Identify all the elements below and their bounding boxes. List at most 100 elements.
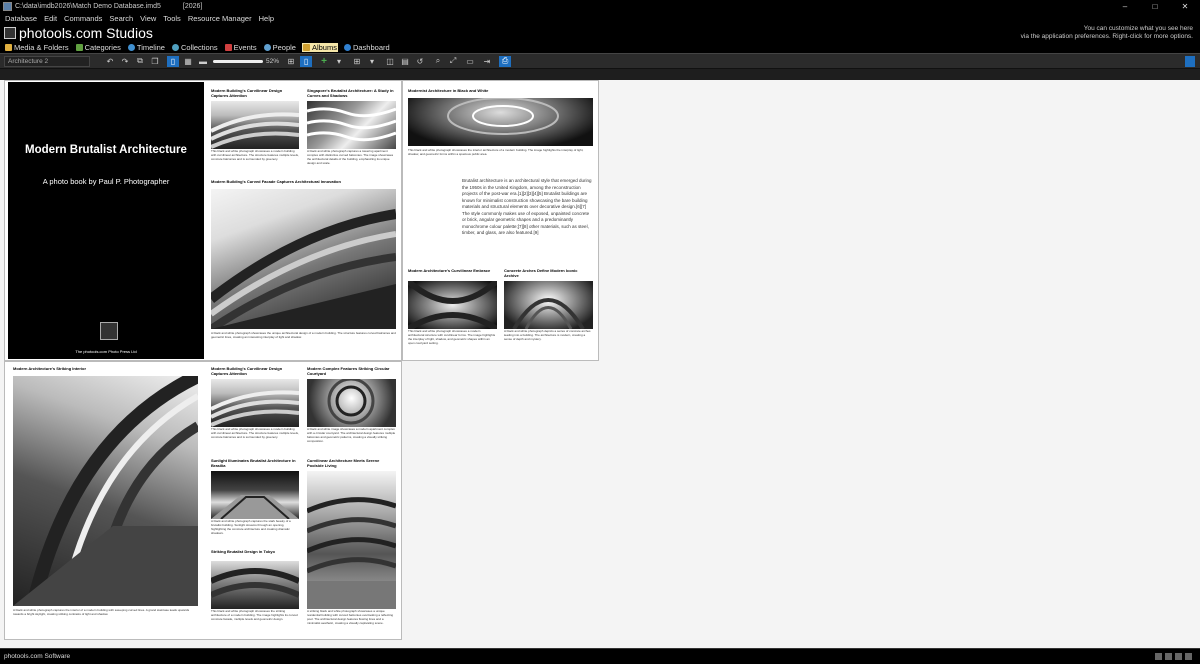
photo-modernist-interior[interactable] <box>408 98 593 146</box>
search-icon[interactable]: ⌕ <box>432 56 444 67</box>
brand-name: photools.com Studios <box>19 25 153 41</box>
cover-subtitle: A photo book by Paul P. Photographer <box>42 177 170 186</box>
status-chat-icon[interactable] <box>1175 653 1182 660</box>
menu-bar: Database Edit Commands Search View Tools… <box>0 13 1200 24</box>
photo-curved-facade[interactable] <box>211 189 396 329</box>
album-selector[interactable]: Architecture 2 <box>4 55 90 67</box>
hint-line-2: via the application preferences. Right-c… <box>1020 33 1193 40</box>
menu-database[interactable]: Database <box>5 14 37 23</box>
card-caption: A black and white photograph captures th… <box>13 608 190 616</box>
card-title: Modern Building's Curved Facade Captures… <box>211 179 341 184</box>
album-card[interactable]: Singapore's Brutalist Architecture: A St… <box>307 88 396 165</box>
photo-poolside-living[interactable] <box>307 471 396 609</box>
grid-view-icon[interactable]: ▦ <box>182 56 194 67</box>
menu-help[interactable]: Help <box>259 14 274 23</box>
menu-commands[interactable]: Commands <box>64 14 102 23</box>
menu-search[interactable]: Search <box>109 14 133 23</box>
menu-resource-manager[interactable]: Resource Manager <box>188 14 252 23</box>
columns-icon[interactable]: ◫ <box>384 56 396 67</box>
card-title: Modernist Architecture in Black and Whit… <box>408 88 489 93</box>
photo-concrete-arches[interactable] <box>504 281 593 329</box>
status-label: photools.com Software <box>4 653 71 660</box>
nav-media-folders[interactable]: Media & Folders <box>4 43 70 52</box>
photo-circular-courtyard[interactable] <box>307 379 396 427</box>
zoom-slider[interactable] <box>213 59 263 63</box>
photo-singapore-building[interactable] <box>307 101 396 149</box>
album-card[interactable]: Concrete Arches Define Modern Iconic Arc… <box>504 268 593 341</box>
panel-toggle-icon[interactable] <box>1185 56 1195 67</box>
photo-curvilinear-building[interactable] <box>211 101 299 149</box>
album-card[interactable]: Modern Complex Features Striking Circula… <box>307 366 396 443</box>
status-sync-icon[interactable] <box>1165 653 1172 660</box>
cover-title: Modern Brutalist Architecture <box>25 144 187 156</box>
album-card[interactable]: Modern Building's Curvilinear Design Cap… <box>211 88 299 161</box>
folder-icon <box>5 44 12 51</box>
photo-curvilinear-embrace[interactable] <box>408 281 497 329</box>
status-warning-icon[interactable] <box>1185 653 1192 660</box>
album-card[interactable]: Modern Building's Curved Facade Captures… <box>211 179 396 339</box>
status-cloud-icon[interactable] <box>1155 653 1162 660</box>
photo-brasilia-sunlight[interactable] <box>211 471 299 519</box>
nav-label: Collections <box>180 43 218 52</box>
nav-label: People <box>272 43 296 52</box>
layout-icon[interactable]: ⊞ <box>351 56 363 67</box>
nav-people[interactable]: People <box>263 43 297 52</box>
album-card[interactable]: Sunlight Illuminates Brutalist Architect… <box>211 458 299 535</box>
nav-categories[interactable]: Categories <box>75 43 122 52</box>
paste-icon[interactable]: ❐ <box>149 56 161 67</box>
undo-icon[interactable]: ↶ <box>104 56 116 67</box>
rotate-icon[interactable]: ↺ <box>414 56 426 67</box>
photo-tokyo-brutalist[interactable] <box>211 561 299 609</box>
nav-timeline[interactable]: Timeline <box>127 43 166 52</box>
card-title: Curvilinear Architecture Meets Serene Po… <box>307 458 380 468</box>
photo-art <box>408 281 497 329</box>
expand-icon[interactable]: ⤢ <box>447 56 459 67</box>
menu-edit[interactable]: Edit <box>44 14 57 23</box>
menu-view[interactable]: View <box>140 14 156 23</box>
export-icon[interactable]: ⇥ <box>481 56 493 67</box>
add-dropdown-icon[interactable]: ▾ <box>333 56 345 67</box>
card-caption: A black and white photograph depicts a s… <box>504 329 591 341</box>
single-page-icon[interactable]: ▯ <box>167 55 179 67</box>
album-toolbar: Architecture 2 ↶ ↷ ⧉ ❐ ▯ ▦ ▬ 52% ⊞ ▯ + ▾… <box>0 53 1200 69</box>
text-icon[interactable]: ▤ <box>399 56 411 67</box>
card-caption: A black and white photograph captures th… <box>211 519 291 535</box>
album-text-block[interactable]: Brutalist architecture is an architectur… <box>462 178 594 237</box>
photo-striking-interior[interactable] <box>13 376 198 606</box>
album-card[interactable]: Curvilinear Architecture Meets Serene Po… <box>307 458 396 625</box>
photo-art <box>327 379 375 425</box>
fit-page-icon[interactable]: ⊞ <box>285 56 297 67</box>
photo-curvilinear-building[interactable] <box>211 379 299 427</box>
nav-dashboard[interactable]: Dashboard <box>343 43 391 52</box>
card-caption: A black and white image showcases a mode… <box>307 427 396 443</box>
album-card[interactable]: Modern Architecture's Striking Interior … <box>13 366 198 616</box>
photools-logo-icon <box>4 27 16 39</box>
card-caption: A black and white photograph captures a … <box>307 149 394 165</box>
nav-collections[interactable]: Collections <box>171 43 219 52</box>
status-bar: photools.com Software <box>0 648 1200 664</box>
brand-logo: photools.com Studios <box>4 25 153 41</box>
maximize-button[interactable]: □ <box>1140 0 1170 13</box>
copy-icon[interactable]: ⧉ <box>134 56 146 67</box>
layout-dropdown-icon[interactable]: ▾ <box>366 56 378 67</box>
album-card[interactable]: Modern Building's Curvilinear Design Cap… <box>211 366 299 439</box>
album-card[interactable]: Modernist Architecture in Black and Whit… <box>408 88 593 156</box>
album-card[interactable]: Striking Brutalist Design in Tokyo This … <box>211 549 299 621</box>
page-icon[interactable]: ▯ <box>300 55 313 67</box>
photo-art <box>211 495 299 519</box>
nav-events[interactable]: Events <box>224 43 258 52</box>
add-icon[interactable]: + <box>318 56 330 67</box>
card-title: Singapore's Brutalist Architecture: A St… <box>307 88 394 98</box>
cover-page[interactable]: Modern Brutalist Architecture A photo bo… <box>8 82 204 359</box>
card-caption: This black and white photograph showcase… <box>408 329 496 345</box>
close-button[interactable]: ✕ <box>1170 0 1200 13</box>
card-title: Modern Architecture's Striking Interior <box>13 366 87 371</box>
redo-icon[interactable]: ↷ <box>119 56 131 67</box>
minimize-button[interactable]: – <box>1110 0 1140 13</box>
preview-icon[interactable]: ▭ <box>462 56 478 67</box>
zoom-out-icon[interactable]: ▬ <box>197 56 209 67</box>
album-card[interactable]: Modern Architecture's Curvilinear Embrac… <box>408 268 497 345</box>
nav-albums[interactable]: Albums <box>301 43 338 52</box>
print-icon[interactable]: ⎙ <box>499 55 512 67</box>
menu-tools[interactable]: Tools <box>163 14 181 23</box>
